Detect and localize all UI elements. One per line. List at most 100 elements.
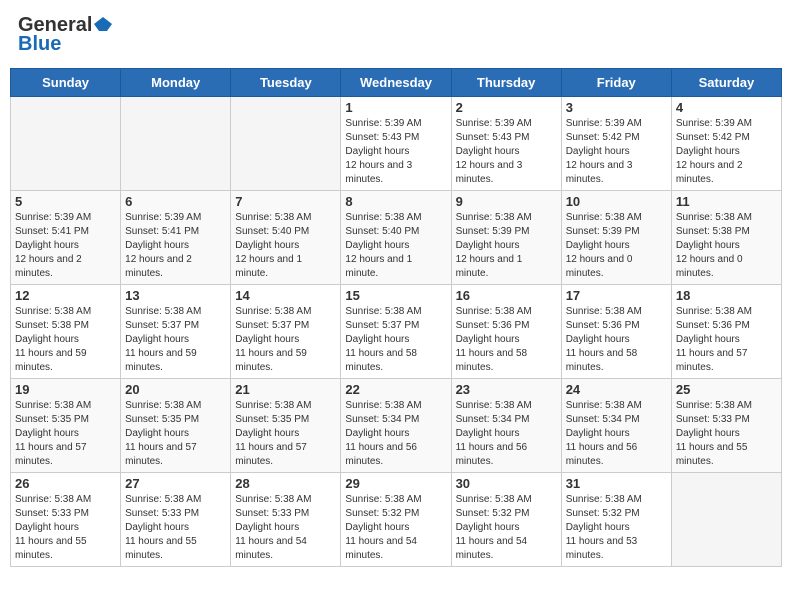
day-number: 7	[235, 194, 336, 209]
day-cell: 16Sunrise: 5:38 AMSunset: 5:36 PMDayligh…	[451, 285, 561, 379]
day-number: 25	[676, 382, 777, 397]
day-number: 11	[676, 194, 777, 209]
day-info: Sunrise: 5:38 AMSunset: 5:34 PMDaylight …	[566, 399, 667, 469]
day-cell: 1 Sunrise: 5:39 AMSunset: 5:43 PMDaylight…	[341, 97, 451, 191]
day-number: 2	[456, 100, 557, 115]
day-number: 16	[456, 288, 557, 303]
week-row-5: 26 Sunrise: 5:38 AMSunset: 5:33 PMDayligh…	[11, 473, 782, 567]
day-info: Sunrise: 5:38 AMSunset: 5:32 PMDaylight …	[566, 493, 667, 563]
page-header: General Blue	[10, 10, 782, 60]
day-cell: 30 Sunrise: 5:38 AMSunset: 5:32 PMDayligh…	[451, 473, 561, 567]
logo-blue-text: Blue	[18, 33, 61, 56]
day-info: Sunrise: 5:38 AMSunset: 5:37 PMDaylight …	[125, 305, 226, 375]
day-number: 23	[456, 382, 557, 397]
day-info: Sunrise: 5:38 AMSunset: 5:33 PMDaylight …	[235, 493, 336, 563]
day-cell: 15Sunrise: 5:38 AMSunset: 5:37 PMDayligh…	[341, 285, 451, 379]
calendar-header-row: SundayMondayTuesdayWednesdayThursdayFrid…	[11, 69, 782, 97]
col-header-wednesday: Wednesday	[341, 69, 451, 97]
day-number: 4	[676, 100, 777, 115]
day-number: 21	[235, 382, 336, 397]
day-number: 20	[125, 382, 226, 397]
day-cell	[231, 97, 341, 191]
day-info: Sunrise: 5:38 AMSunset: 5:33 PMDaylight …	[15, 493, 116, 563]
col-header-friday: Friday	[561, 69, 671, 97]
week-row-1: 1 Sunrise: 5:39 AMSunset: 5:43 PMDaylight…	[11, 97, 782, 191]
day-cell: 26 Sunrise: 5:38 AMSunset: 5:33 PMDayligh…	[11, 473, 121, 567]
day-number: 30	[456, 476, 557, 491]
day-cell	[11, 97, 121, 191]
day-number: 24	[566, 382, 667, 397]
col-header-sunday: Sunday	[11, 69, 121, 97]
day-number: 31	[566, 476, 667, 491]
day-info: Sunrise: 5:38 AMSunset: 5:38 PMDaylight …	[15, 305, 116, 375]
day-number: 19	[15, 382, 116, 397]
day-number: 22	[345, 382, 446, 397]
col-header-monday: Monday	[121, 69, 231, 97]
day-cell: 17 Sunrise: 5:38 AMSunset: 5:36 PMDayligh…	[561, 285, 671, 379]
day-info: Sunrise: 5:39 AMSunset: 5:41 PMDaylight …	[15, 211, 116, 281]
day-number: 1	[345, 100, 446, 115]
day-cell: 13 Sunrise: 5:38 AMSunset: 5:37 PMDayligh…	[121, 285, 231, 379]
day-number: 14	[235, 288, 336, 303]
day-info: Sunrise: 5:38 AMSunset: 5:34 PMDaylight …	[345, 399, 446, 469]
day-cell	[671, 473, 781, 567]
col-header-tuesday: Tuesday	[231, 69, 341, 97]
day-cell	[121, 97, 231, 191]
day-info: Sunrise: 5:39 AMSunset: 5:41 PMDaylight …	[125, 211, 226, 281]
day-info: Sunrise: 5:38 AMSunset: 5:33 PMDaylight …	[676, 399, 777, 469]
day-number: 3	[566, 100, 667, 115]
col-header-saturday: Saturday	[671, 69, 781, 97]
day-cell: 23 Sunrise: 5:38 AMSunset: 5:34 PMDayligh…	[451, 379, 561, 473]
day-info: Sunrise: 5:38 AMSunset: 5:32 PMDaylight …	[345, 493, 446, 563]
day-cell: 6 Sunrise: 5:39 AMSunset: 5:41 PMDaylight…	[121, 191, 231, 285]
week-row-2: 5Sunrise: 5:39 AMSunset: 5:41 PMDaylight…	[11, 191, 782, 285]
day-info: Sunrise: 5:38 AMSunset: 5:36 PMDaylight …	[566, 305, 667, 375]
day-number: 9	[456, 194, 557, 209]
day-info: Sunrise: 5:38 AMSunset: 5:32 PMDaylight …	[456, 493, 557, 563]
day-info: Sunrise: 5:38 AMSunset: 5:35 PMDaylight …	[235, 399, 336, 469]
day-info: Sunrise: 5:38 AMSunset: 5:35 PMDaylight …	[15, 399, 116, 469]
col-header-thursday: Thursday	[451, 69, 561, 97]
day-cell: 25 Sunrise: 5:38 AMSunset: 5:33 PMDayligh…	[671, 379, 781, 473]
day-cell: 8Sunrise: 5:38 AMSunset: 5:40 PMDaylight…	[341, 191, 451, 285]
day-cell: 27 Sunrise: 5:38 AMSunset: 5:33 PMDayligh…	[121, 473, 231, 567]
day-cell: 5Sunrise: 5:39 AMSunset: 5:41 PMDaylight…	[11, 191, 121, 285]
day-number: 18	[676, 288, 777, 303]
day-info: Sunrise: 5:38 AMSunset: 5:37 PMDaylight …	[235, 305, 336, 375]
day-number: 10	[566, 194, 667, 209]
day-number: 13	[125, 288, 226, 303]
day-info: Sunrise: 5:39 AMSunset: 5:42 PMDaylight …	[566, 117, 667, 187]
day-number: 6	[125, 194, 226, 209]
logo: General Blue	[18, 14, 112, 56]
day-cell: 21 Sunrise: 5:38 AMSunset: 5:35 PMDayligh…	[231, 379, 341, 473]
day-cell: 2 Sunrise: 5:39 AMSunset: 5:43 PMDaylight…	[451, 97, 561, 191]
day-cell: 7 Sunrise: 5:38 AMSunset: 5:40 PMDaylight…	[231, 191, 341, 285]
day-info: Sunrise: 5:38 AMSunset: 5:34 PMDaylight …	[456, 399, 557, 469]
day-number: 17	[566, 288, 667, 303]
day-number: 27	[125, 476, 226, 491]
day-cell: 20Sunrise: 5:38 AMSunset: 5:35 PMDayligh…	[121, 379, 231, 473]
day-info: Sunrise: 5:39 AMSunset: 5:43 PMDaylight …	[345, 117, 446, 187]
day-cell: 11Sunrise: 5:38 AMSunset: 5:38 PMDayligh…	[671, 191, 781, 285]
day-info: Sunrise: 5:38 AMSunset: 5:39 PMDaylight …	[456, 211, 557, 281]
day-cell: 12Sunrise: 5:38 AMSunset: 5:38 PMDayligh…	[11, 285, 121, 379]
day-cell: 14 Sunrise: 5:38 AMSunset: 5:37 PMDayligh…	[231, 285, 341, 379]
day-number: 29	[345, 476, 446, 491]
day-info: Sunrise: 5:38 AMSunset: 5:36 PMDaylight …	[676, 305, 777, 375]
day-cell: 28Sunrise: 5:38 AMSunset: 5:33 PMDayligh…	[231, 473, 341, 567]
day-cell: 18 Sunrise: 5:38 AMSunset: 5:36 PMDayligh…	[671, 285, 781, 379]
day-info: Sunrise: 5:38 AMSunset: 5:33 PMDaylight …	[125, 493, 226, 563]
week-row-4: 19 Sunrise: 5:38 AMSunset: 5:35 PMDayligh…	[11, 379, 782, 473]
day-cell: 3 Sunrise: 5:39 AMSunset: 5:42 PMDaylight…	[561, 97, 671, 191]
day-cell: 10Sunrise: 5:38 AMSunset: 5:39 PMDayligh…	[561, 191, 671, 285]
day-cell: 19 Sunrise: 5:38 AMSunset: 5:35 PMDayligh…	[11, 379, 121, 473]
day-info: Sunrise: 5:39 AMSunset: 5:43 PMDaylight …	[456, 117, 557, 187]
calendar-table: SundayMondayTuesdayWednesdayThursdayFrid…	[10, 68, 782, 567]
day-cell: 29 Sunrise: 5:38 AMSunset: 5:32 PMDayligh…	[341, 473, 451, 567]
day-number: 26	[15, 476, 116, 491]
week-row-3: 12Sunrise: 5:38 AMSunset: 5:38 PMDayligh…	[11, 285, 782, 379]
day-info: Sunrise: 5:38 AMSunset: 5:40 PMDaylight …	[235, 211, 336, 281]
day-info: Sunrise: 5:38 AMSunset: 5:37 PMDaylight …	[345, 305, 446, 375]
day-cell: 22 Sunrise: 5:38 AMSunset: 5:34 PMDayligh…	[341, 379, 451, 473]
day-cell: 31 Sunrise: 5:38 AMSunset: 5:32 PMDayligh…	[561, 473, 671, 567]
